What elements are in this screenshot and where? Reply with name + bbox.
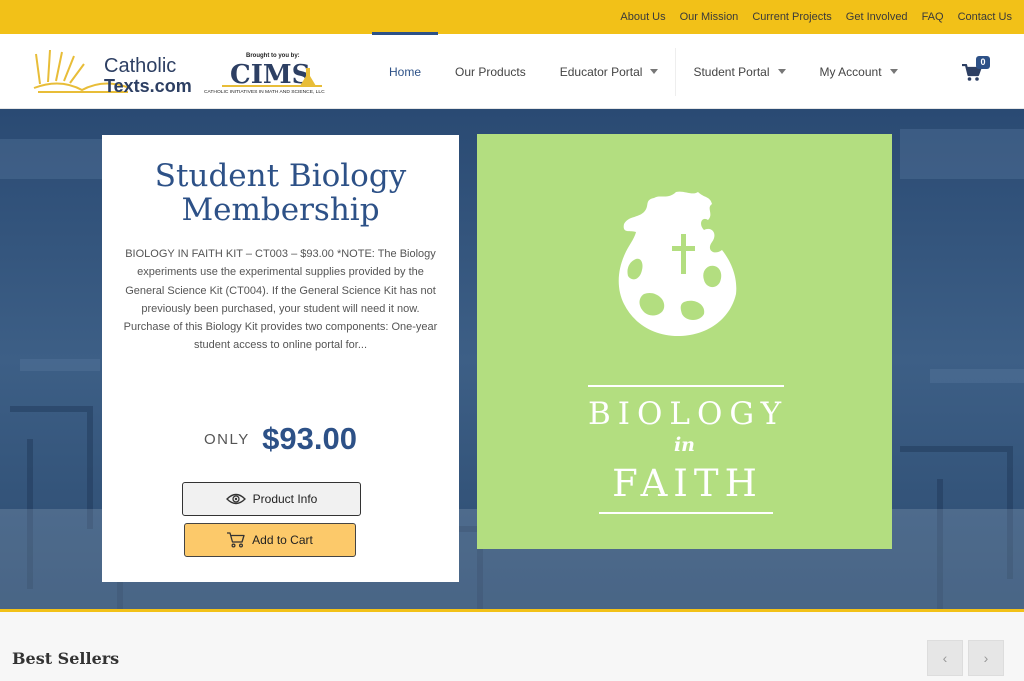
chevron-down-icon: [889, 69, 898, 74]
chevron-right-icon: ›: [983, 650, 989, 666]
link-get-involved[interactable]: Get Involved: [846, 11, 908, 23]
utility-links: About Us Our Mission Current Projects Ge…: [606, 0, 1012, 34]
product-image-biology-in-faith[interactable]: BIOLOGY in FAITH: [477, 134, 892, 549]
carousel-prev-button[interactable]: ‹: [927, 640, 963, 676]
link-about-us[interactable]: About Us: [620, 11, 665, 23]
main-nav: Home Our Products Educator Portal Studen…: [372, 32, 915, 109]
cims-logo[interactable]: Brought to you by: CIMS CATHOLIC INITIAT…: [202, 50, 344, 96]
product-info-label: Product Info: [252, 492, 318, 506]
nav-our-products[interactable]: Our Products: [438, 34, 543, 109]
nav-home[interactable]: Home: [372, 32, 439, 109]
price-prefix: ONLY: [203, 430, 250, 448]
add-to-cart-label: Add to Cart: [252, 533, 313, 547]
cims-full-name: CATHOLIC INITIATIVES IN MATH AND SCIENCE…: [204, 89, 325, 95]
nav-educator-portal[interactable]: Educator Portal: [543, 34, 676, 109]
best-sellers-section: Best Sellers ‹ ›: [0, 612, 1024, 681]
eye-icon: [225, 493, 246, 505]
add-to-cart-button[interactable]: Add to Cart: [184, 523, 356, 557]
product-card: Student Biology Membership BIOLOGY IN FA…: [102, 135, 459, 582]
logo-text-catholic: Catholic: [104, 55, 176, 77]
product-title: Student Biology Membership: [154, 158, 407, 228]
cart-count-badge: 0: [976, 56, 990, 69]
image-text-faith: FAITH: [612, 462, 763, 505]
top-utility-bar: About Us Our Mission Current Projects Ge…: [0, 0, 1024, 34]
product-info-button[interactable]: Product Info: [182, 482, 361, 516]
cims-tagline: Brought to you by:: [246, 53, 300, 59]
link-contact-us[interactable]: Contact Us: [958, 11, 1012, 23]
cart-button[interactable]: 0: [960, 56, 994, 84]
catholic-texts-logo[interactable]: Catholic Texts.com: [30, 48, 195, 98]
image-text-in: in: [673, 434, 696, 456]
product-price: ONLY $93.00: [102, 421, 459, 457]
best-sellers-title: Best Sellers: [12, 649, 120, 668]
price-amount: $93.00: [262, 421, 357, 456]
nav-my-account[interactable]: My Account: [803, 34, 915, 109]
link-faq[interactable]: FAQ: [922, 11, 944, 23]
chevron-down-icon: [777, 69, 786, 74]
chevron-left-icon: ‹: [942, 650, 948, 666]
carousel-next-button[interactable]: ›: [968, 640, 1004, 676]
link-current-projects[interactable]: Current Projects: [752, 11, 831, 23]
chevron-down-icon: [650, 69, 659, 74]
cart-icon: [227, 532, 245, 548]
product-description: BIOLOGY IN FAITH KIT – CT003 – $93.00 *N…: [123, 248, 438, 352]
image-text-biology: BIOLOGY: [587, 396, 789, 432]
logo-text-texts: Texts.com: [104, 76, 192, 96]
globe-cross-icon: [618, 191, 737, 336]
nav-student-portal[interactable]: Student Portal: [676, 34, 802, 109]
image-divider-top: [588, 385, 784, 387]
site-header: Catholic Texts.com Brought to you by: CI…: [0, 32, 1024, 109]
image-divider-bottom: [599, 512, 773, 514]
link-our-mission[interactable]: Our Mission: [680, 11, 739, 23]
